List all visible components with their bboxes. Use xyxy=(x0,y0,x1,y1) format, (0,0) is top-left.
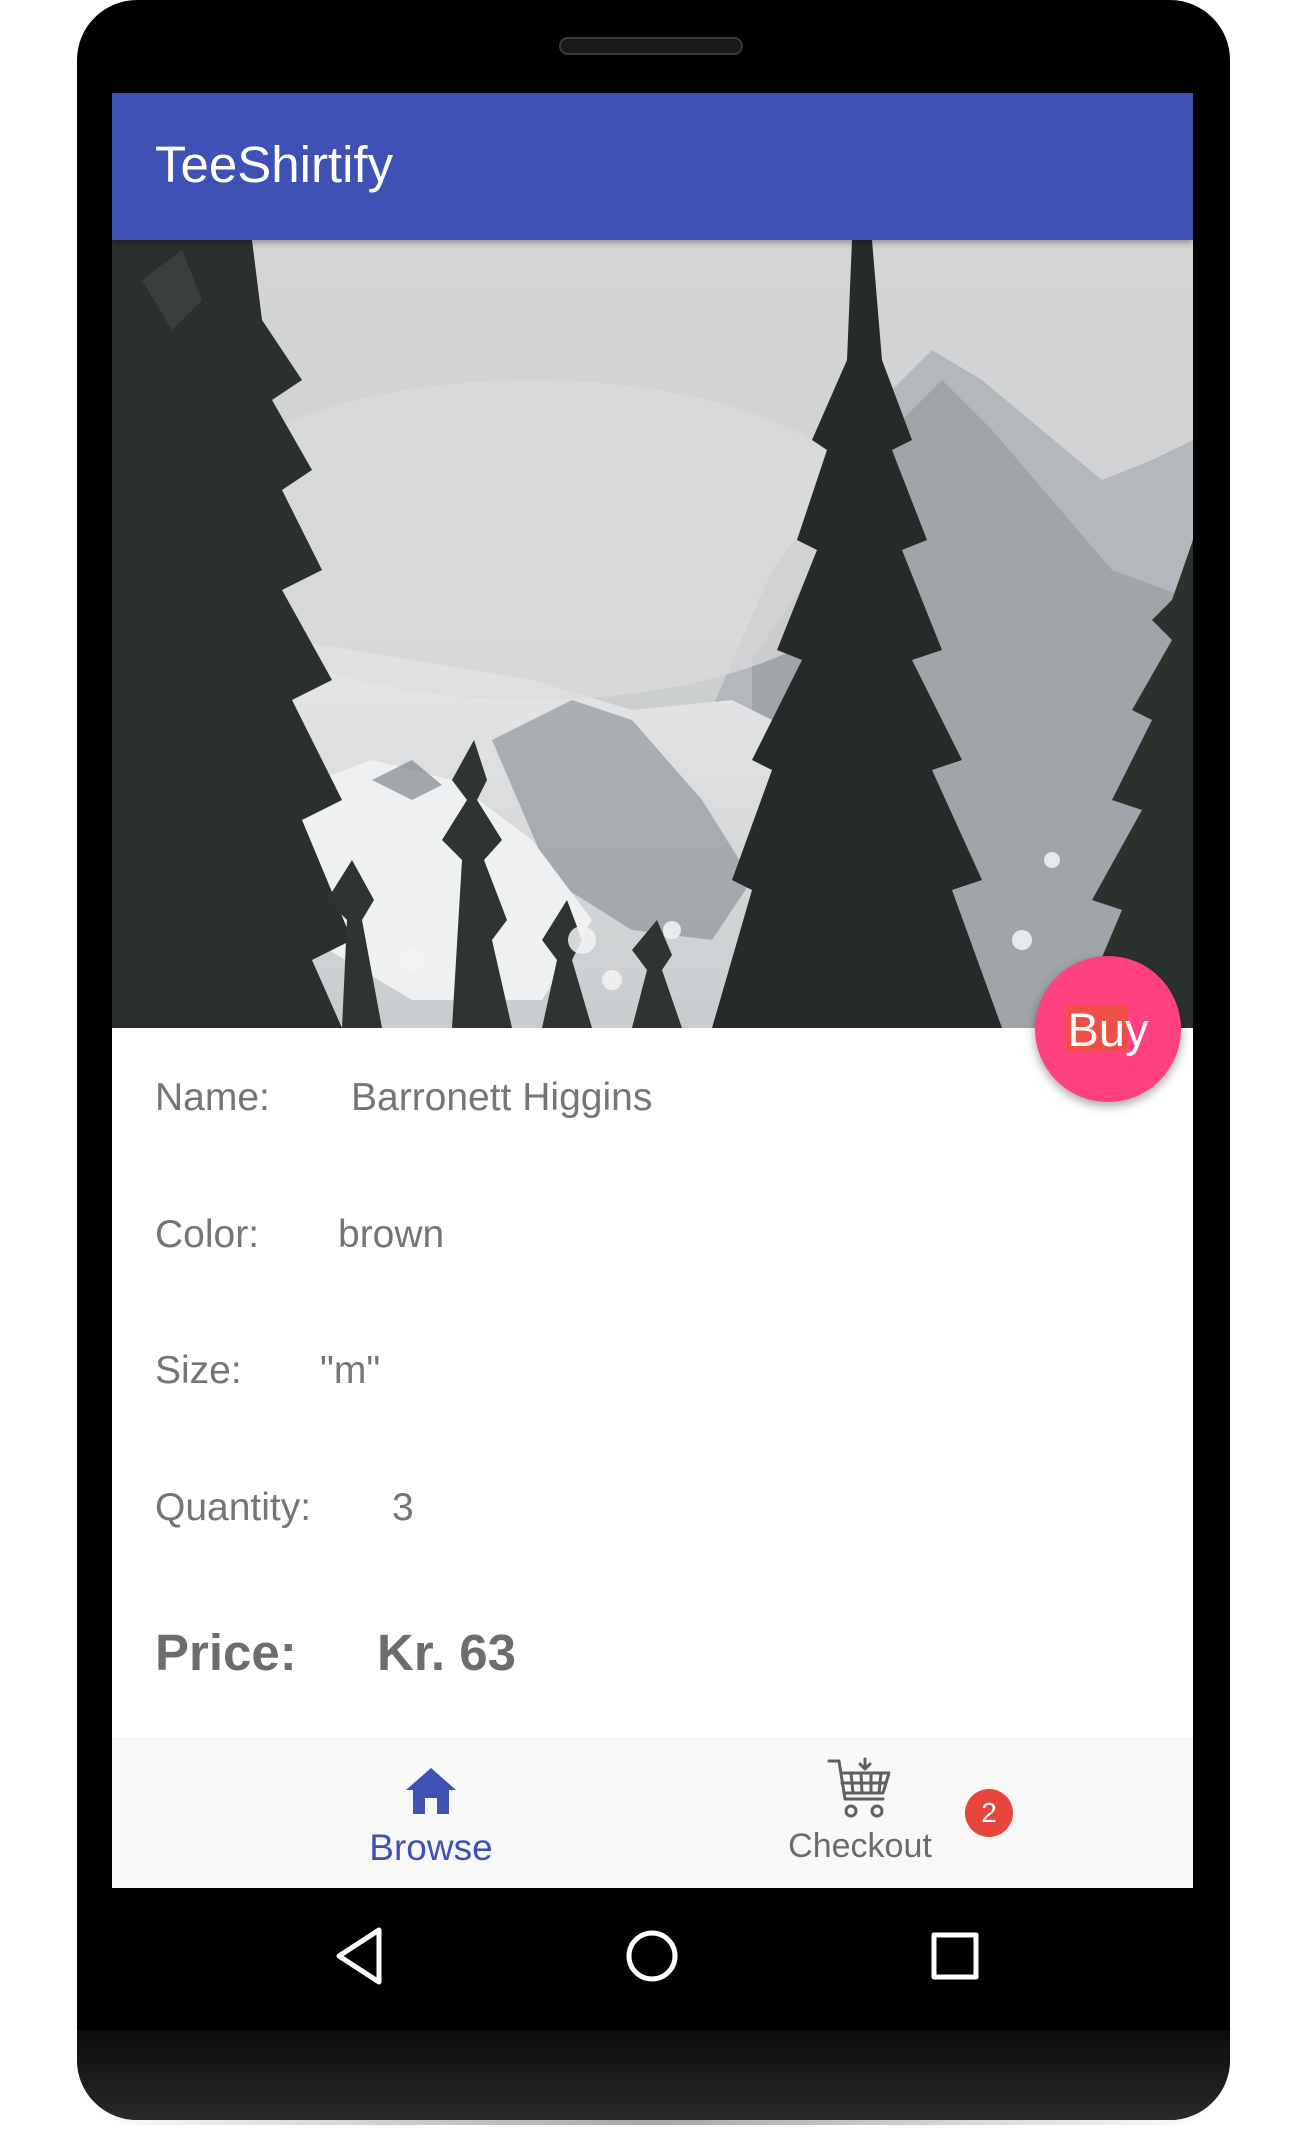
shopping-cart-icon xyxy=(827,1757,891,1818)
nav-label-browse: Browse xyxy=(369,1827,493,1868)
buy-button[interactable]: Buy xyxy=(1035,956,1181,1102)
size-label: Size: xyxy=(155,1349,242,1392)
snowy-mountain-forest-photo xyxy=(112,240,1193,1028)
earpiece-speaker xyxy=(559,37,743,55)
back-triangle-icon[interactable] xyxy=(321,1916,401,1996)
nav-item-browse[interactable]: Browse xyxy=(281,1739,581,1888)
size-value: "m" xyxy=(320,1349,381,1392)
home-icon xyxy=(406,1768,456,1814)
name-label: Name: xyxy=(155,1076,270,1119)
app-title: TeeShirtify xyxy=(155,136,394,193)
device-stage: TeeShirtify Name: Barronett Higgins Colo… xyxy=(0,0,1305,2130)
app-bar: TeeShirtify xyxy=(112,93,1193,240)
phone-bottom-edge xyxy=(77,2030,1230,2120)
buy-button-label: Buy xyxy=(1065,1001,1151,1057)
price-value: Kr. 63 xyxy=(377,1624,516,1681)
color-row: Color: brown xyxy=(155,1213,444,1257)
app-screen: TeeShirtify Name: Barronett Higgins Colo… xyxy=(112,93,1193,1888)
price-label: Price: xyxy=(155,1624,297,1681)
quantity-row: Quantity: 3 xyxy=(155,1486,414,1530)
recents-square-icon[interactable] xyxy=(915,1916,995,1996)
color-label: Color: xyxy=(155,1213,260,1256)
size-row: Size: "m" xyxy=(155,1349,380,1393)
cart-count-badge: 2 xyxy=(965,1789,1013,1837)
product-image xyxy=(112,240,1193,1028)
name-value: Barronett Higgins xyxy=(351,1076,653,1119)
quantity-label: Quantity: xyxy=(155,1486,312,1529)
quantity-value: 3 xyxy=(392,1486,414,1529)
nav-label-checkout: Checkout xyxy=(788,1827,932,1865)
home-circle-icon[interactable] xyxy=(612,1916,692,1996)
name-row: Name: Barronett Higgins xyxy=(155,1076,652,1120)
price-row: Price: Kr. 63 xyxy=(155,1623,516,1682)
system-navigation-bar xyxy=(112,1888,1193,2030)
bottom-navigation: Browse Checkout 2 xyxy=(112,1738,1193,1888)
color-value: brown xyxy=(338,1213,445,1256)
